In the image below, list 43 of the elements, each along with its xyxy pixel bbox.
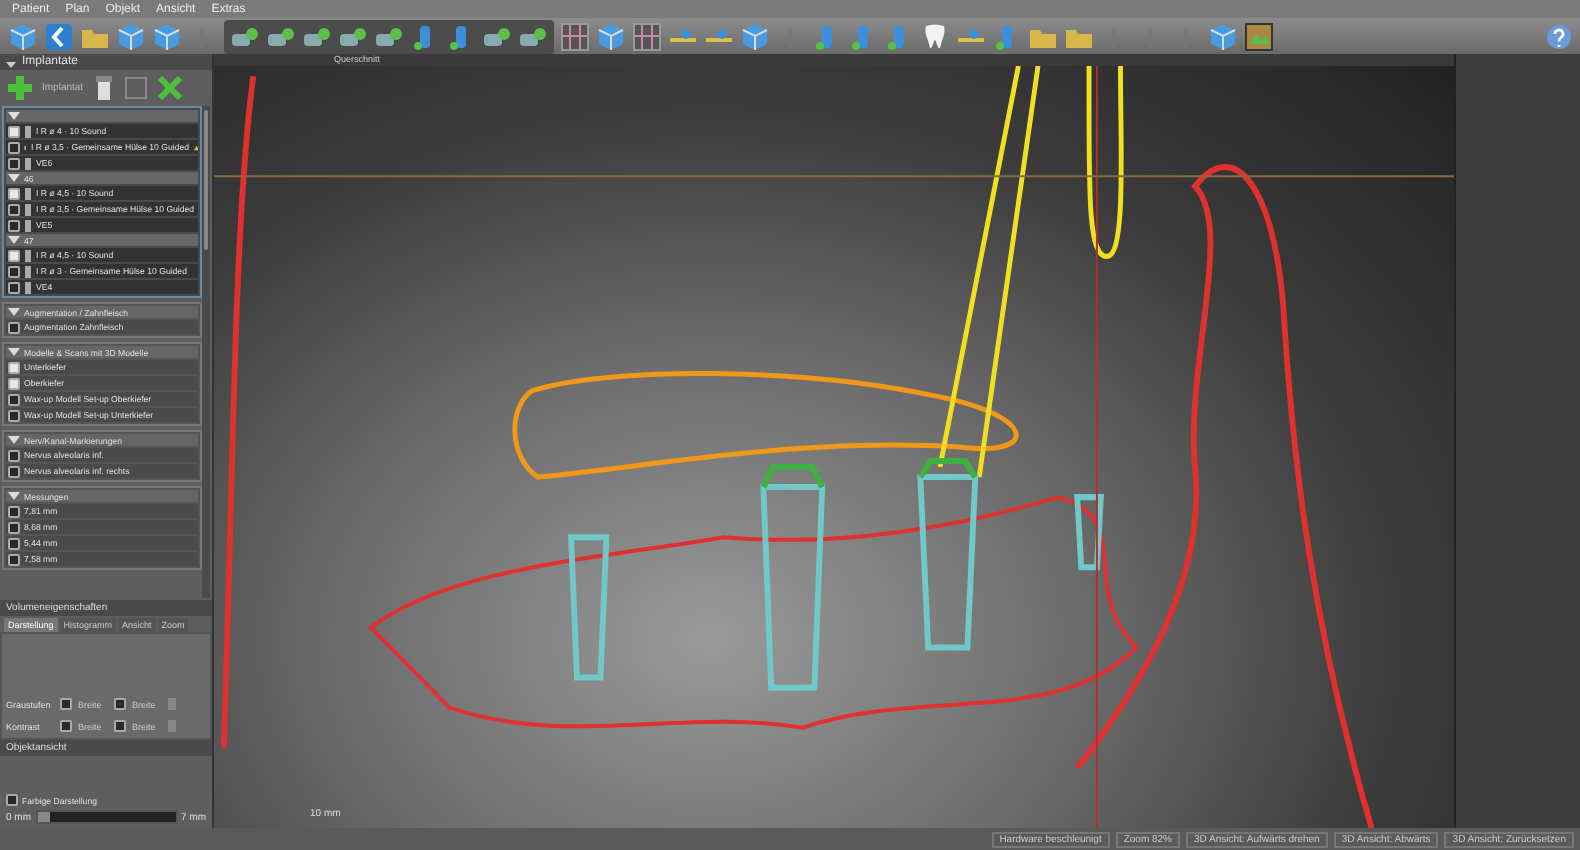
checkbox[interactable] — [8, 203, 20, 215]
checkbox[interactable] — [114, 698, 126, 710]
scroll-thumb[interactable] — [204, 110, 208, 250]
checkbox[interactable] — [8, 321, 20, 333]
picture-icon[interactable] — [1244, 21, 1274, 51]
cube-icon[interactable] — [740, 21, 770, 51]
back-icon[interactable] — [44, 21, 74, 51]
cube-icon[interactable] — [116, 21, 146, 51]
checkbox[interactable] — [8, 465, 20, 477]
tooth-icon[interactable] — [920, 21, 950, 51]
checkbox[interactable] — [8, 361, 20, 373]
add-icon[interactable] — [6, 73, 34, 101]
close-icon[interactable] — [155, 73, 184, 101]
cube-icon[interactable] — [1208, 21, 1238, 51]
help-icon[interactable] — [1546, 23, 1572, 49]
checkbox[interactable] — [8, 157, 20, 169]
checkbox[interactable] — [8, 553, 20, 565]
checkbox[interactable] — [8, 449, 20, 461]
checkbox[interactable] — [8, 281, 20, 293]
checkbox[interactable] — [6, 794, 18, 806]
scrollbar[interactable] — [202, 106, 210, 598]
cube-icon[interactable] — [596, 21, 626, 51]
checkbox[interactable] — [114, 720, 126, 732]
checkbox[interactable] — [8, 125, 20, 137]
cube-icon[interactable] — [8, 21, 38, 51]
cube-icon[interactable] — [152, 21, 182, 51]
checkbox[interactable] — [8, 537, 20, 549]
checkbox[interactable] — [8, 505, 20, 517]
grid-icon[interactable] — [560, 21, 590, 51]
checkbox[interactable] — [8, 409, 20, 421]
checkbox[interactable] — [8, 141, 20, 153]
slider-track[interactable] — [35, 810, 177, 824]
checkbox[interactable] — [8, 377, 20, 389]
grid-icon[interactable] — [632, 21, 662, 51]
checkbox[interactable] — [8, 521, 20, 533]
checkbox[interactable] — [8, 219, 20, 231]
checkbox[interactable] — [60, 698, 72, 710]
checkbox[interactable] — [8, 265, 20, 277]
checkbox[interactable] — [60, 720, 72, 732]
checkbox[interactable] — [8, 249, 20, 261]
checkbox[interactable] — [8, 393, 20, 405]
checkbox[interactable] — [8, 187, 20, 199]
trash-icon[interactable] — [91, 73, 116, 101]
